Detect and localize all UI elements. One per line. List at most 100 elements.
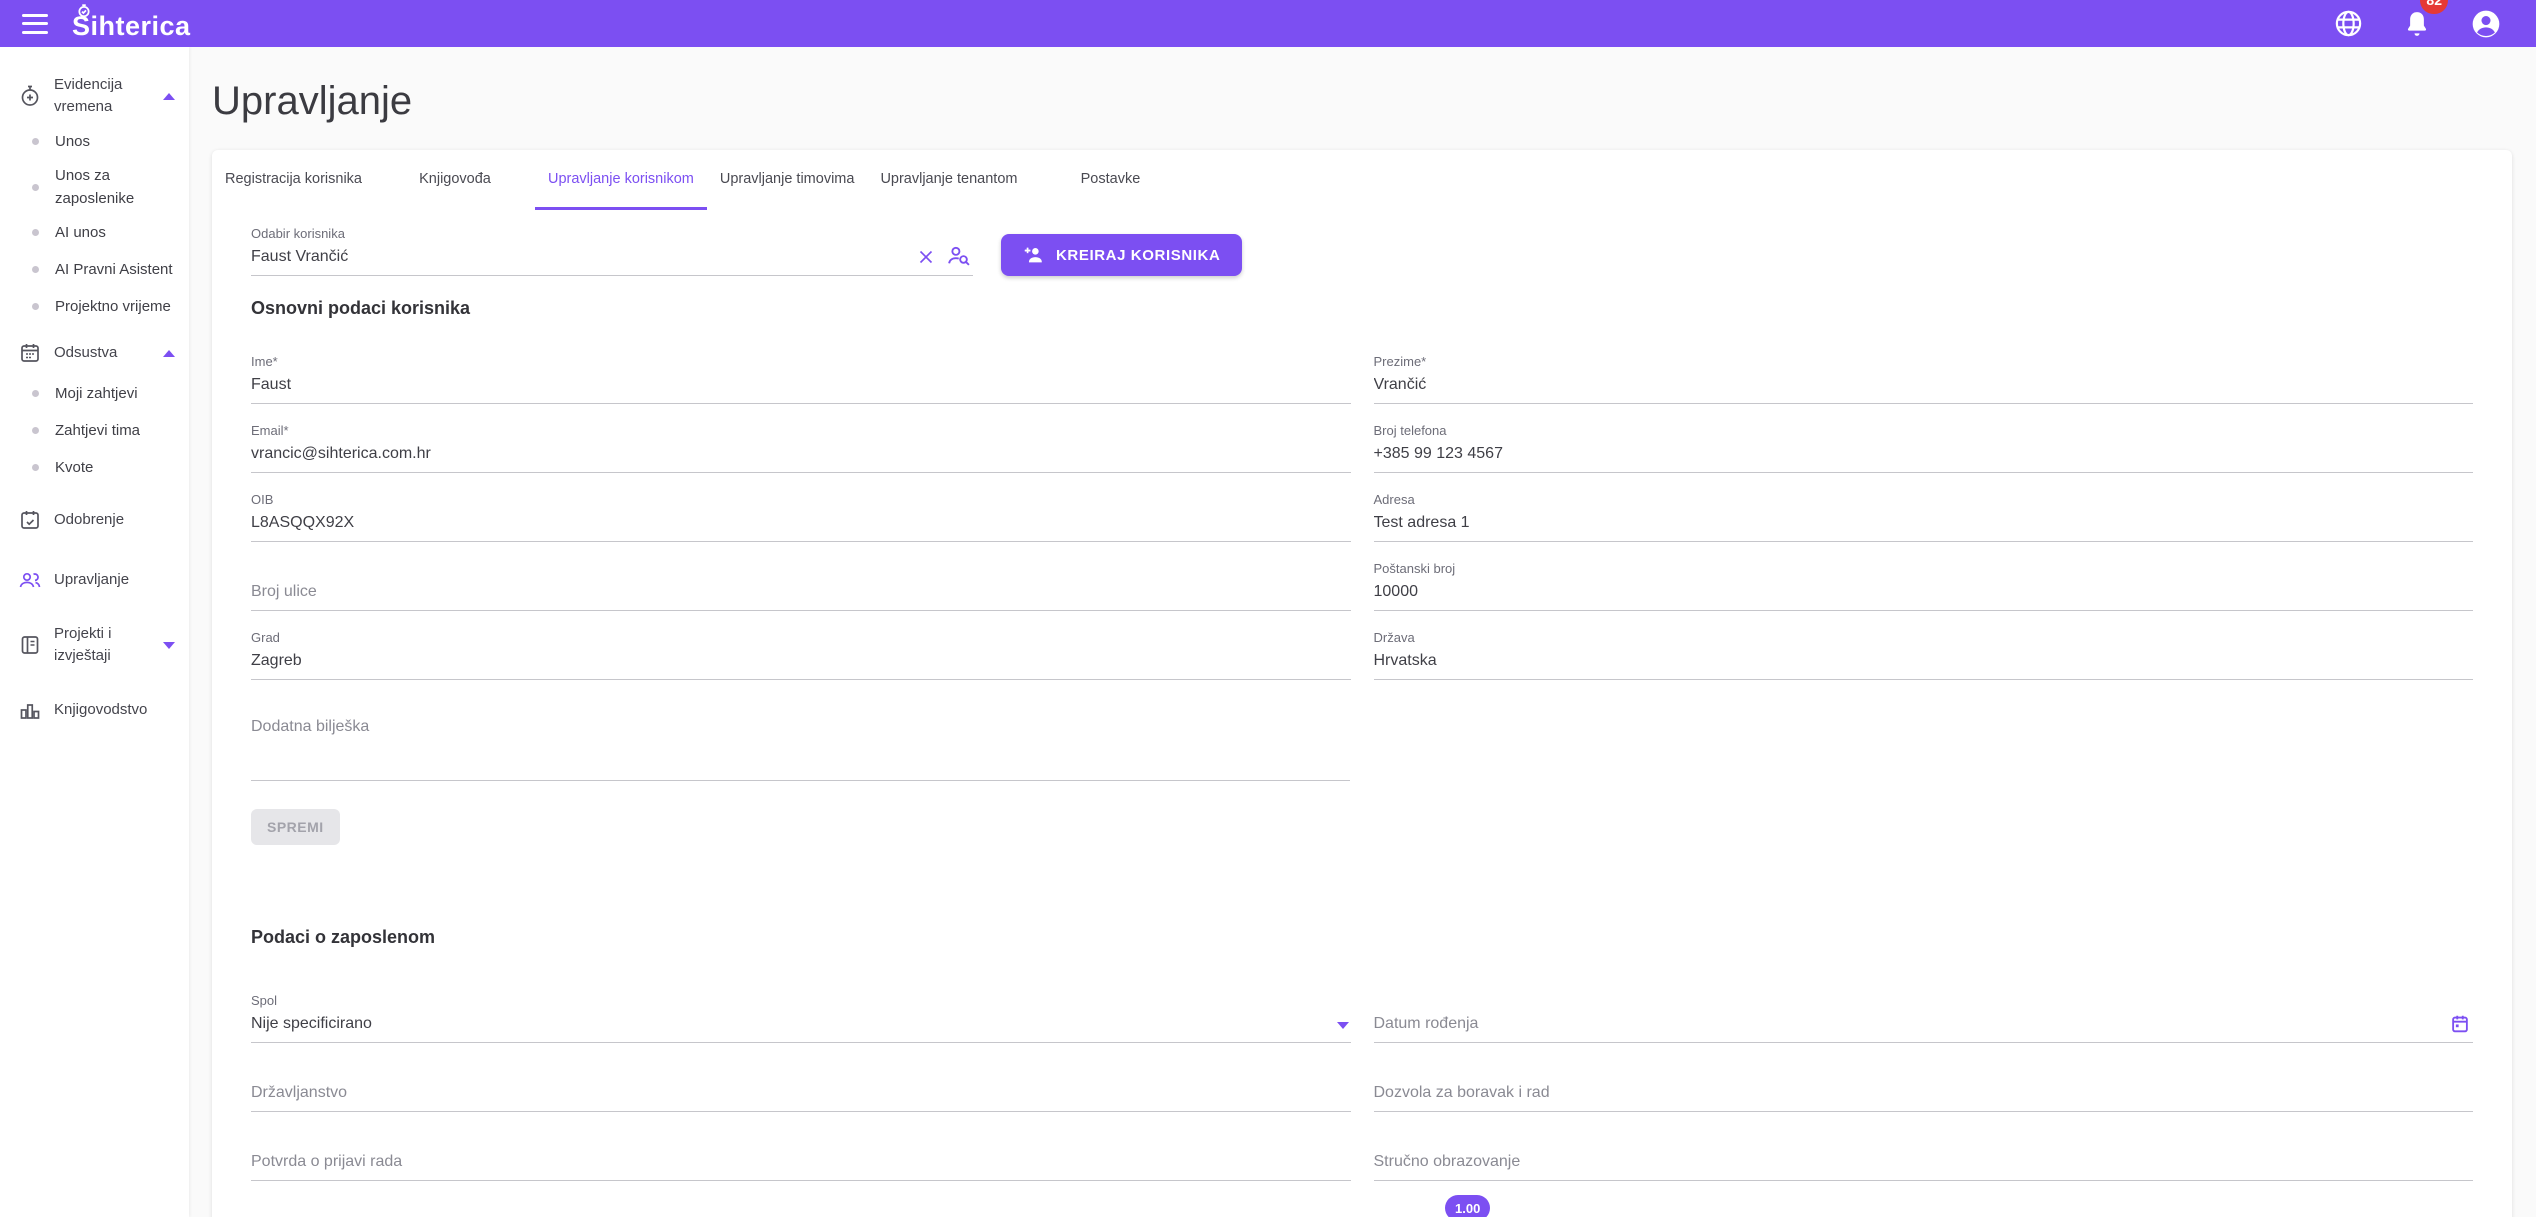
drzava-field: Država	[1374, 629, 2474, 680]
field-label: Poštanski broj	[1374, 560, 2474, 578]
notifications-bell-icon[interactable]: 82	[2402, 9, 2432, 39]
sidebar-item-ai-pravni-asistent[interactable]: AI Pravni Asistent	[0, 251, 189, 288]
person-add-icon	[1023, 244, 1045, 266]
datum-rodenja-field	[1374, 992, 2474, 1043]
sidebar-item-unos[interactable]: Unos	[0, 123, 189, 160]
management-card: Registracija korisnika Knjigovođa Upravl…	[212, 150, 2512, 1217]
sidebar-item-knjigovodstvo[interactable]: Knjigovodstvo	[0, 688, 189, 732]
sidebar-item-odsustva[interactable]: Odsustva	[0, 331, 189, 375]
tab-upravljanje-tenantom[interactable]: Upravljanje tenantom	[867, 150, 1030, 210]
sidebar-item-label: Upravljanje	[54, 569, 175, 591]
telefon-input[interactable]	[1374, 440, 2474, 473]
potvrda-input[interactable]	[251, 1130, 1351, 1181]
tab-upravljanje-korisnikom[interactable]: Upravljanje korisnikom	[535, 150, 707, 210]
field-label: Email*	[251, 422, 1351, 440]
tab-postavke[interactable]: Postavke	[1030, 150, 1190, 210]
tab-knjigovoda[interactable]: Knjigovođa	[375, 150, 535, 210]
sidebar-sub-label: Zahtjevi tima	[55, 419, 140, 442]
sidebar-sub-label: AI unos	[55, 221, 106, 244]
page-title: Upravljanje	[212, 79, 2512, 124]
clear-icon[interactable]	[915, 246, 937, 268]
strucno-obrazovanje-field	[1374, 1130, 2474, 1181]
sidebar-item-label: Odsustva	[54, 342, 163, 364]
dozvola-input[interactable]	[1374, 1061, 2474, 1112]
chevron-down-icon	[163, 642, 175, 649]
bullet-icon	[32, 266, 39, 273]
sidebar: Evidencija vremena Unos Unos za zaposlen…	[0, 47, 189, 1217]
sidebar-item-evidencija-vremena[interactable]: Evidencija vremena	[0, 69, 189, 123]
user-select-field: Odabir korisnika	[251, 225, 973, 276]
value-chip: 1.00	[1445, 1195, 1490, 1217]
sidebar-sub-label: Kvote	[55, 456, 93, 479]
oib-input[interactable]	[251, 509, 1351, 542]
sidebar-item-unos-za-zaposlenike[interactable]: Unos za zaposlenike	[0, 160, 189, 214]
grad-field: Grad	[251, 629, 1351, 680]
app-logo: Sihterica	[72, 5, 191, 42]
tab-upravljanje-timovima[interactable]: Upravljanje timovima	[707, 150, 868, 210]
language-globe-icon[interactable]	[2333, 8, 2364, 39]
account-avatar-icon[interactable]	[2470, 8, 2502, 40]
sidebar-item-zahtjevi-tima[interactable]: Zahtjevi tima	[0, 412, 189, 449]
sidebar-item-moji-zahtjevi[interactable]: Moji zahtjevi	[0, 375, 189, 412]
broj-ulice-field	[251, 560, 1351, 611]
sidebar-sub-label: Unos za zaposlenike	[55, 164, 179, 210]
sidebar-item-upravljanje[interactable]: Upravljanje	[0, 558, 189, 602]
report-icon	[18, 633, 42, 657]
field-label: Država	[1374, 629, 2474, 647]
person-search-icon[interactable]	[946, 243, 971, 268]
sidebar-item-odobrenje[interactable]: Odobrenje	[0, 498, 189, 542]
field-label: Broj telefona	[1374, 422, 2474, 440]
sidebar-item-label: Projekti i izvještaji	[54, 623, 163, 667]
sidebar-item-kvote[interactable]: Kvote	[0, 449, 189, 486]
ime-input[interactable]	[251, 371, 1351, 404]
field-label: Prezime*	[1374, 353, 2474, 371]
telefon-field: Broj telefona	[1374, 422, 2474, 473]
field-label: Adresa	[1374, 491, 2474, 509]
sidebar-item-label: Evidencija vremena	[54, 74, 163, 118]
dodatna-biljeska-field	[251, 708, 1350, 781]
tab-registracija-korisnika[interactable]: Registracija korisnika	[212, 150, 375, 210]
sidebar-sub-label: AI Pravni Asistent	[55, 258, 173, 281]
strucno-obrazovanje-input[interactable]	[1374, 1130, 2474, 1181]
drzava-input[interactable]	[1374, 647, 2474, 680]
sidebar-item-projektno-vrijeme[interactable]: Projektno vrijeme	[0, 288, 189, 325]
people-icon	[18, 568, 42, 592]
calendar-check-icon	[18, 508, 42, 532]
user-select-input[interactable]	[251, 243, 973, 276]
bar-chart-icon	[18, 698, 42, 722]
bullet-icon	[32, 184, 39, 191]
menu-icon[interactable]	[22, 14, 48, 34]
postanski-broj-input[interactable]	[1374, 578, 2474, 611]
sidebar-sub-label: Moji zahtjevi	[55, 382, 138, 405]
create-user-label: KREIRAJ KORISNIKA	[1056, 247, 1220, 264]
spol-select[interactable]: Spol Nije specificirano	[251, 992, 1351, 1043]
spol-value: Nije specificirano	[251, 1010, 1351, 1043]
employee-fields-grid: Spol Nije specificirano	[251, 992, 2473, 1181]
save-button[interactable]: SPREMI	[251, 809, 340, 845]
ime-field: Ime*	[251, 353, 1351, 404]
sidebar-item-ai-unos[interactable]: AI unos	[0, 214, 189, 251]
postanski-broj-field: Poštanski broj	[1374, 560, 2474, 611]
dozvola-field	[1374, 1061, 2474, 1112]
datum-rodenja-input[interactable]	[1374, 992, 2474, 1043]
adresa-input[interactable]	[1374, 509, 2474, 542]
calendar-icon	[18, 341, 42, 365]
email-input[interactable]	[251, 440, 1351, 473]
chevron-up-icon	[163, 350, 175, 357]
calendar-picker-icon[interactable]	[2449, 1013, 2471, 1035]
prezime-input[interactable]	[1374, 371, 2474, 404]
main-content: Upravljanje Registracija korisnika Knjig…	[189, 47, 2536, 1217]
field-label: Odabir korisnika	[251, 225, 973, 243]
create-user-button[interactable]: KREIRAJ KORISNIKA	[1001, 234, 1242, 276]
stopwatch-icon	[77, 4, 91, 18]
drzavljanstvo-input[interactable]	[251, 1061, 1351, 1112]
timer-icon	[18, 84, 42, 108]
sidebar-item-projekti-i-izvjestaji[interactable]: Projekti i izvještaji	[0, 618, 189, 672]
dodatna-biljeska-input[interactable]	[251, 708, 1350, 781]
bullet-icon	[32, 138, 39, 145]
app-bar: Sihterica 82	[0, 0, 2536, 47]
grad-input[interactable]	[251, 647, 1351, 680]
broj-ulice-input[interactable]	[251, 560, 1351, 611]
sidebar-sub-label: Projektno vrijeme	[55, 295, 171, 318]
field-label: OIB	[251, 491, 1351, 509]
